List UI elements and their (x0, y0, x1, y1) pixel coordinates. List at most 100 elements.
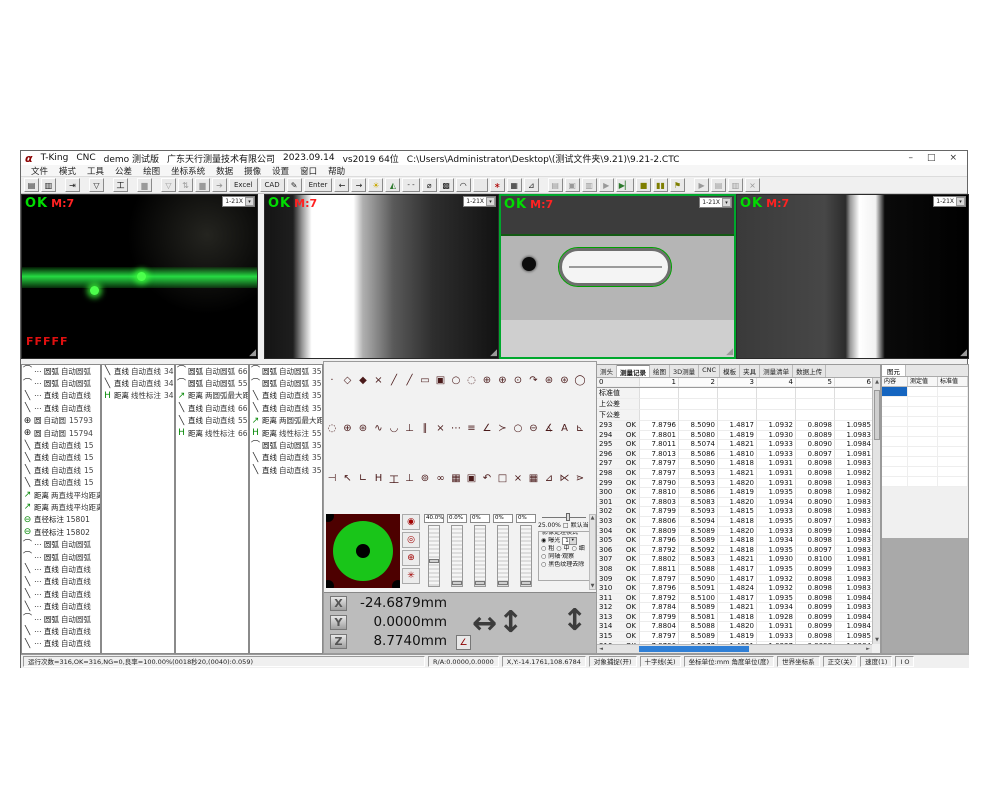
light-segment-button[interactable]: ◎ (402, 532, 420, 548)
tool-icon[interactable]: ↷ (528, 374, 540, 387)
tool-icon[interactable]: × (373, 374, 385, 387)
table-horizontal-scrollbar[interactable]: ◄ ► (597, 644, 872, 653)
feature-item[interactable]: ↗距离两直线平均距离 (22, 501, 100, 513)
save-button[interactable]: ▤ (24, 178, 39, 192)
tool-icon[interactable]: ⋉ (559, 472, 571, 485)
feature-item[interactable]: ╲直线自动直线34 (102, 377, 174, 389)
feature-item[interactable]: ╲⋯ 直线自动直线 (22, 563, 100, 575)
tool-icon[interactable]: ⊛ (559, 374, 571, 387)
camera-1-zoom-select[interactable]: 1-21X ▾ (222, 196, 255, 207)
grid-special-row[interactable]: 上公差 (597, 399, 872, 410)
feature-item[interactable]: ⌒⋯ 圆弧自动圆弧 (22, 613, 100, 625)
table-row[interactable]: 297OK7.87978.50901.48181.09310.80981.098… (597, 459, 872, 469)
feature-item[interactable]: ↗距离两圆弧最大距离 (250, 415, 322, 427)
feature-item[interactable]: ╲⋯ 直线自动直线 (22, 390, 100, 402)
light-segment-button[interactable]: ✳ (402, 568, 420, 584)
feature-item[interactable]: ↗距离两直线平均距离 (22, 489, 100, 501)
run-to-end-button[interactable]: ▶▏ (616, 178, 634, 192)
camera-view-1[interactable]: OK M:7 1-21X ▾ FFFFF ◢ (21, 194, 258, 359)
table-row[interactable]: 306OK7.87928.50921.48181.09350.80971.098… (597, 546, 872, 556)
tool-icon[interactable]: ⊚ (419, 472, 431, 485)
black-texture-radio[interactable]: ○ (541, 561, 546, 569)
feature-item[interactable]: ⌒圆弧自动圆弧55 (176, 377, 248, 389)
chevron-down-icon[interactable]: ▾ (486, 197, 495, 206)
tool-icon[interactable]: ◆ (357, 374, 369, 387)
tab-测量记录[interactable]: 测量记录 (617, 365, 650, 377)
feature-item[interactable]: ╲⋯ 直线自动直线 (22, 576, 100, 588)
chart-button[interactable]: ⊿ (524, 178, 539, 192)
tab-数据上传[interactable]: 数据上传 (793, 365, 826, 377)
probe-button[interactable]: ▽ (89, 178, 104, 192)
feature-item[interactable]: ╲直线自动直线35 (250, 390, 322, 402)
back-button[interactable]: ← (334, 178, 349, 192)
tool-icon[interactable]: ▦ (450, 472, 462, 485)
light-slider[interactable]: 0% (493, 514, 513, 590)
table-row[interactable]: 312OK7.87848.50891.48211.09340.80991.098… (597, 603, 872, 613)
menu-item[interactable]: 公差 (115, 165, 132, 177)
table-row[interactable]: 296OK7.80138.50861.48101.09330.80971.098… (597, 450, 872, 460)
chevron-down-icon[interactable]: ▾ (722, 198, 731, 207)
coaxial-radio[interactable]: ○ (541, 553, 546, 561)
elements-row[interactable] (882, 417, 968, 427)
cad-export-button[interactable]: CAD (260, 178, 285, 192)
tool-icon[interactable]: ╱ (388, 374, 400, 387)
tool-icon[interactable]: ⊛ (543, 374, 555, 387)
tool-icon[interactable]: ╱ (404, 374, 416, 387)
light-segment-button[interactable]: ⊕ (402, 550, 420, 566)
tool-icon[interactable]: ≻ (497, 422, 509, 435)
table-row[interactable]: 304OK7.88098.50891.48201.09330.80991.098… (597, 527, 872, 537)
menu-item[interactable]: 工具 (87, 165, 104, 177)
tool-icon[interactable]: ∿ (373, 422, 385, 435)
slider-thumb[interactable] (475, 581, 485, 585)
xy-jog-pad[interactable]: ↔↕ (472, 599, 552, 649)
table-row[interactable]: 309OK7.87978.50901.48171.09320.80981.098… (597, 575, 872, 585)
feature-item[interactable]: ⌒⋯ 圆弧自动圆弧 (22, 538, 100, 550)
excel-export-button[interactable]: Excel (229, 178, 258, 192)
tab-测量清单[interactable]: 测量清单 (760, 365, 793, 377)
menu-item[interactable]: 数据 (216, 165, 233, 177)
tool-icon[interactable]: ≡ (466, 422, 478, 435)
feature-item[interactable]: ╲直线自动直线35 (250, 464, 322, 476)
scroll-thumb[interactable] (874, 390, 880, 440)
chevron-down-icon[interactable]: ▾ (569, 538, 576, 544)
slider-thumb[interactable] (452, 581, 462, 585)
blank-button[interactable] (473, 178, 488, 192)
feature-item[interactable]: ⌒⋯ 圆弧自动圆弧 (22, 377, 100, 389)
menu-item[interactable]: 文件 (31, 165, 48, 177)
tool-icon[interactable]: · (326, 374, 338, 387)
tool-icon[interactable]: ∠ (481, 422, 493, 435)
tool-icon[interactable]: ⊿ (543, 472, 555, 485)
level-radio[interactable]: ○ (541, 545, 546, 553)
scroll-thumb[interactable] (639, 646, 749, 652)
angle-jog-button[interactable]: ∠ (456, 635, 471, 650)
feature-item[interactable]: H距离线性标注66 (176, 427, 248, 439)
edge-tool-button[interactable]: 工 (113, 178, 128, 192)
feature-item[interactable]: ⌒圆弧自动圆弧35 (250, 439, 322, 451)
tab-绘图[interactable]: 绘图 (650, 365, 670, 377)
tool-icon[interactable]: 工 (388, 472, 400, 485)
menu-item[interactable]: 摄像 (244, 165, 261, 177)
light-segment-button[interactable]: ◉ (402, 514, 420, 530)
tool-icon[interactable]: ⊾ (574, 422, 586, 435)
table-row[interactable]: 295OK7.80118.50741.48211.09330.80901.098… (597, 440, 872, 450)
camera-view-2[interactable]: OK M:7 1-21X ▾ ◢ (264, 194, 499, 359)
feature-item[interactable]: ⌒圆弧自动圆弧66 (176, 365, 248, 377)
ring-light-preview[interactable] (326, 514, 400, 588)
feature-item[interactable]: ╲直线自动直线35 (250, 452, 322, 464)
feature-item[interactable]: ╲直线自动直线34 (102, 365, 174, 377)
draw-button[interactable]: ✎ (287, 178, 302, 192)
close-button[interactable]: × (949, 153, 957, 163)
table-row[interactable]: 314OK7.88048.50881.48201.09310.80991.098… (597, 622, 872, 632)
tool-icon[interactable]: ⊕ (481, 374, 493, 387)
tool-icon[interactable]: ⊙ (512, 374, 524, 387)
table-vertical-scrollbar[interactable]: ▲ ▼ (872, 378, 880, 644)
image-button[interactable]: ◭ (385, 178, 400, 192)
light-slider[interactable]: 0.0% (447, 514, 467, 590)
menu-item[interactable]: 设置 (272, 165, 289, 177)
feature-item[interactable]: ╲直线自动直线55 (176, 415, 248, 427)
tool-icon[interactable]: ▣ (435, 374, 447, 387)
elements-row[interactable] (882, 477, 968, 487)
tab-CNC[interactable]: CNC (699, 365, 720, 377)
chevron-down-icon[interactable]: ▾ (245, 197, 254, 206)
resize-grip-icon[interactable]: ◢ (490, 349, 497, 358)
